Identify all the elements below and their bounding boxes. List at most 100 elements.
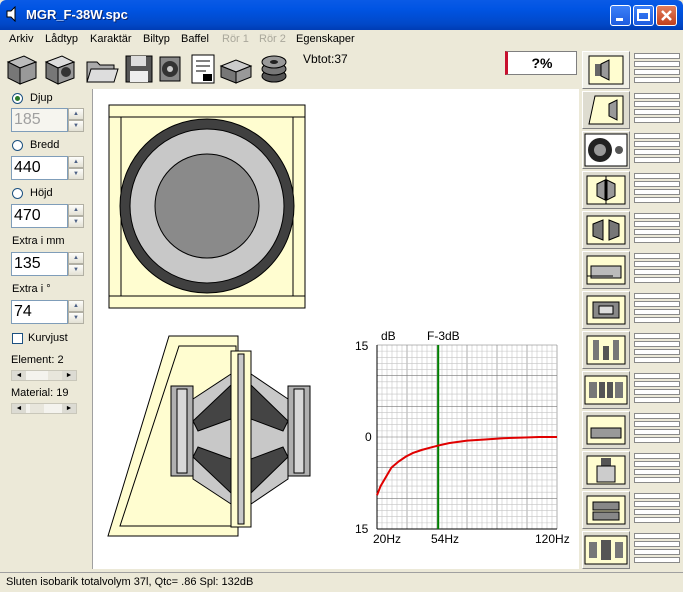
print-box-icon[interactable] [218,52,254,86]
box-type-compound[interactable] [582,531,682,569]
double-port-icon[interactable] [582,291,630,329]
bredd-input[interactable]: 440 [11,156,68,180]
bandpass-angled-bars [634,93,680,127]
element-thumb[interactable] [48,371,62,380]
hojd-stepper[interactable]: ▲ ▼ [68,204,84,228]
radio-hojd-label: Höjd [30,187,53,199]
graph-x-mid: 54Hz [431,532,459,546]
isobarik-ported-bars [634,493,680,527]
bredd-stepper[interactable]: ▲ ▼ [68,156,84,180]
menu-ror2[interactable]: Rör 2 [259,33,286,45]
sealed-bars [634,53,680,87]
compound-icon[interactable] [582,531,630,569]
menu-arkiv[interactable]: Arkiv [9,33,33,45]
graph-y-top: 15 [355,339,369,353]
graph-ylabel: dB [381,329,396,343]
isobarik-ported-icon[interactable] [582,491,630,529]
toolbar [0,49,580,89]
box-type-dual-chamber[interactable] [582,171,682,209]
right-panel [580,49,683,569]
vbtot-label: Vbtot:37 [303,52,348,66]
hojd-input[interactable]: 470 [11,204,68,228]
box-front-view [108,104,306,309]
menu-baffel[interactable]: Baffel [181,33,209,45]
sealed-box-icon[interactable] [582,51,630,89]
menu-bar: Arkiv Lådtyp Karaktär Biltyp Baffel Rör … [0,30,683,49]
djup-input[interactable]: 185 [11,108,68,132]
radio-bredd[interactable] [12,140,23,151]
box-type-quad-driver[interactable] [582,371,682,409]
speaker-app-icon [6,6,16,22]
maximize-button[interactable] [633,5,654,26]
push-pull-bars [634,333,680,367]
radio-djup[interactable] [12,93,23,104]
menu-ror1[interactable]: Rör 1 [222,33,249,45]
box-type-round-driver[interactable] [582,131,682,169]
isobarik-icon[interactable] [582,211,630,249]
djup-stepper[interactable]: ▲ ▼ [68,108,84,132]
response-graph: dB F-3dB 15 0 15 20Hz 54Hz 120Hz [355,329,570,546]
extra-deg-stepper[interactable]: ▲ ▼ [68,300,84,324]
material-label: Material: 19 [11,387,69,399]
box-type-double-port[interactable] [582,291,682,329]
menu-ladtyp[interactable]: Lådtyp [45,33,78,45]
speaker-stack-icon[interactable] [258,52,294,86]
quad-driver-icon[interactable] [582,371,630,409]
bandpass-angled-icon[interactable] [582,91,630,129]
window-title: MGR_F-38W.spc [26,7,128,22]
push-pull-icon[interactable] [582,331,630,369]
box-type-push-pull[interactable] [582,331,682,369]
menu-egenskaper[interactable]: Egenskaper [296,33,355,45]
isobarik-bars [634,213,680,247]
material-thumb[interactable] [30,404,44,413]
element-label: Element: 2 [11,354,64,366]
folder-open-icon[interactable] [84,52,120,86]
extra-deg-label: Extra i ° [12,283,51,295]
extra-mm-input[interactable]: 135 [11,252,68,276]
element-left-arrow-icon[interactable]: ◄ [12,371,26,380]
dual-chamber-icon[interactable] [582,171,630,209]
material-left-arrow-icon[interactable]: ◄ [12,404,26,413]
slot-port-icon[interactable] [582,411,630,449]
close-button[interactable] [656,5,677,26]
menu-karaktar[interactable]: Karaktär [90,33,132,45]
clamshell-icon[interactable] [582,451,630,489]
material-right-arrow-icon[interactable]: ► [62,404,76,413]
ported-bars [634,253,680,287]
box-type-isobarik[interactable] [582,211,682,249]
compound-bars [634,533,680,567]
element-scrollbar[interactable]: ◄ ► [11,370,77,381]
open-box-icon[interactable] [42,52,78,86]
graph-title: F-3dB [427,329,460,343]
new-box-icon[interactable] [4,52,40,86]
status-text: Sluten isobarik totalvolym 37l, Qtc= .86… [6,576,254,588]
ported-box-icon[interactable] [582,251,630,289]
kurvjust-label: Kurvjust [28,332,68,344]
box-type-slot-port[interactable] [582,411,682,449]
box-type-bandpass-angled[interactable] [582,91,682,129]
document-report-icon[interactable] [186,52,222,86]
left-panel: Djup 185 ▲ ▼ Bredd 440 ▲ ▼ Höjd 470 ▲ ▼ Ext… [0,89,92,569]
extra-deg-input[interactable]: 74 [11,300,68,324]
round-driver-icon[interactable] [582,131,630,169]
box-type-ported[interactable] [582,251,682,289]
radio-hojd[interactable] [12,188,23,199]
slot-port-bars [634,413,680,447]
element-right-arrow-icon[interactable]: ► [62,371,76,380]
minimize-button[interactable] [610,5,631,26]
graph-y-bottom: 15 [355,522,369,536]
radio-djup-label: Djup [30,92,53,104]
dual-chamber-bars [634,173,680,207]
box-type-isobarik-ported[interactable] [582,491,682,529]
driver-settings-icon[interactable] [152,52,188,86]
material-scrollbar[interactable]: ◄ ► [11,403,77,414]
extra-mm-stepper[interactable]: ▲ ▼ [68,252,84,276]
status-bar: Sluten isobarik totalvolym 37l, Qtc= .86… [0,572,683,592]
extra-mm-label: Extra i mm [12,235,65,247]
double-port-bars [634,293,680,327]
menu-biltyp[interactable]: Biltyp [143,33,170,45]
kurvjust-checkbox[interactable] [12,333,23,344]
box-type-sealed[interactable] [582,51,682,89]
box-type-clamshell[interactable] [582,451,682,489]
canvas-drawing: dB F-3dB 15 0 15 20Hz 54Hz 120Hz [107,104,570,546]
